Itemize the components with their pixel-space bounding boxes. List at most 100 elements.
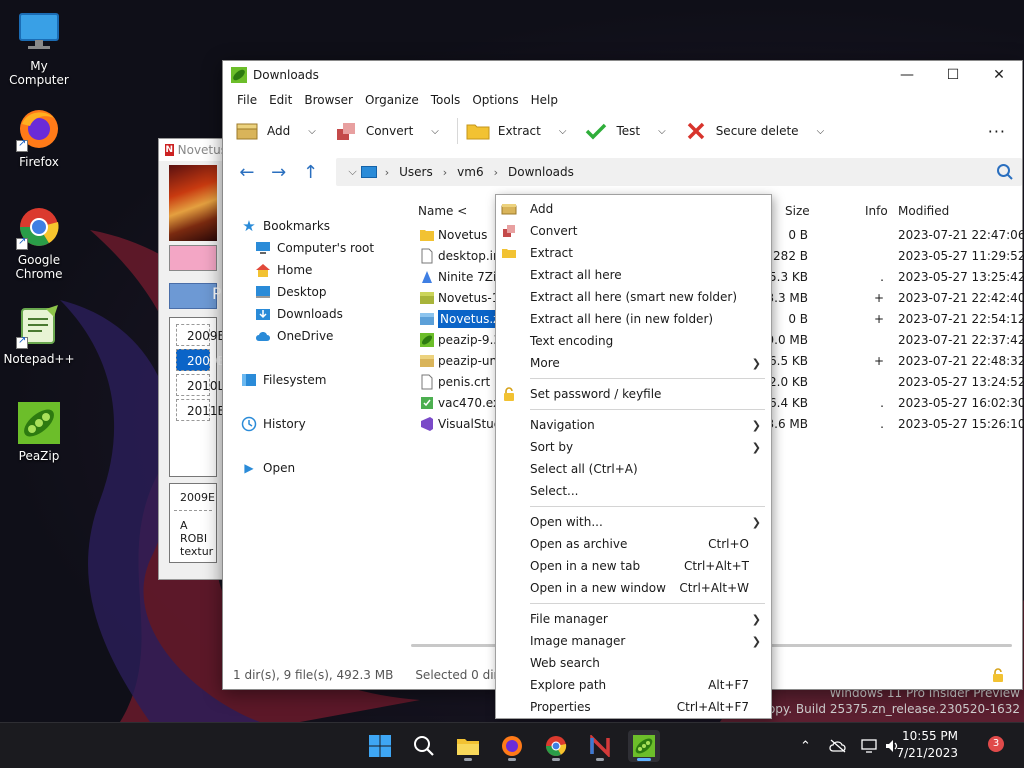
ctx-extract-smart-folder[interactable]: Extract all here (smart new folder) [496,286,771,308]
ctx-file-manager[interactable]: File manager ❯ [496,608,771,630]
convert-button[interactable]: Convert ⌵ [330,115,453,147]
taskbar-file-explorer[interactable] [452,730,484,762]
cloud-offline-icon[interactable] [829,739,847,753]
chevron-down-icon[interactable]: ⌵ [336,165,356,179]
add-button[interactable]: Add ⌵ [231,115,330,147]
chevron-up-icon[interactable]: ⌃ [800,739,811,754]
novetus-tab[interactable]: P [169,283,222,309]
sidebar-item-home[interactable]: Home [223,259,408,281]
ctx-more[interactable]: More ❯ [496,352,771,374]
sidebar-item-filesystem[interactable]: Filesystem [223,369,408,391]
chevron-down-icon[interactable]: ⌵ [559,126,567,137]
menu-browser[interactable]: Browser [298,90,359,110]
file-size: 0 B [788,228,808,242]
system-clock[interactable]: 10:55 PM 7/21/2023 [888,728,958,762]
ctx-extract-all-here[interactable]: Extract all here [496,264,771,286]
ctx-add[interactable]: Add [496,198,771,220]
extract-button[interactable]: Extract ⌵ [462,115,581,147]
menu-options[interactable]: Options [466,90,524,110]
menu-tools[interactable]: Tools [425,90,467,110]
ctx-sort-by[interactable]: Sort by ❯ [496,436,771,458]
network-icon[interactable] [861,739,877,753]
window-titlebar[interactable]: Downloads — ☐ ✕ [223,61,1022,89]
ctx-open-new-tab[interactable]: Open in a new tab Ctrl+Alt+T [496,555,771,577]
taskbar-firefox[interactable] [496,730,528,762]
taskbar-peazip[interactable] [628,730,660,762]
breadcrumb-downloads[interactable]: Downloads [498,165,584,179]
add-label: Add [267,124,291,138]
desktop-icon-firefox[interactable]: Firefox [0,106,78,169]
up-arrow-icon[interactable]: ↑ [295,162,327,183]
menu-help[interactable]: Help [525,90,564,110]
novetus-client-list[interactable]: 2009E 2009E 2010L 2011E [169,317,225,477]
desktop-icon-peazip[interactable]: PeaZip [0,400,78,463]
ctx-select[interactable]: Select... [496,480,771,502]
ctx-set-password[interactable]: Set password / keyfile [496,383,771,405]
start-button[interactable] [364,730,396,762]
secure-delete-button[interactable]: Secure delete ⌵ [680,115,838,147]
close-button[interactable]: ✕ [976,61,1022,89]
sidebar-item-desktop[interactable]: Desktop [223,281,408,303]
chevron-down-icon[interactable]: ⌵ [658,126,666,137]
novetus-titlebar[interactable]: N Novetus [159,139,227,161]
desktop-icon-label: My Computer [9,59,69,87]
desktop-icon-my-computer[interactable]: My Computer [0,10,78,87]
column-info[interactable]: Info [865,204,888,218]
menu-file[interactable]: File [231,90,263,110]
menu-edit[interactable]: Edit [263,90,298,110]
ctx-label: Extract all here [530,268,622,282]
list-item[interactable]: 2009E [176,324,225,346]
sidebar-item-downloads[interactable]: Downloads [223,303,408,325]
sidebar-item-history[interactable]: History [223,413,408,435]
lock-icon[interactable] [992,668,1004,682]
sidebar-item-computers-root[interactable]: Computer's root [223,237,408,259]
sidebar-item-bookmarks[interactable]: ★ Bookmarks [223,215,408,237]
clock-time: 10:55 PM [902,729,958,743]
ctx-extract-new-folder[interactable]: Extract all here (in new folder) [496,308,771,330]
ctx-text-encoding[interactable]: Text encoding [496,330,771,352]
ctx-open-new-window[interactable]: Open in a new window Ctrl+Alt+W [496,577,771,599]
column-size[interactable]: Size [785,204,810,218]
list-item[interactable]: 2011E [176,399,225,421]
novetus-pink-field[interactable] [169,245,217,271]
notification-badge[interactable]: 3 [988,736,1004,752]
taskbar-novetus[interactable] [584,730,616,762]
minimize-button[interactable]: — [884,61,930,89]
column-modified[interactable]: Modified [898,204,949,218]
taskbar-search-button[interactable] [408,730,440,762]
ctx-navigation[interactable]: Navigation ❯ [496,414,771,436]
chevron-down-icon[interactable]: ⌵ [817,126,825,137]
column-name[interactable]: Name < [418,204,467,218]
breadcrumb-vm6[interactable]: vm6 [447,165,493,179]
executable-icon [421,397,433,409]
novetus-window-background[interactable]: N Novetus P 2009E 2009E 2010L 2011E 2009… [158,138,228,580]
menu-organize[interactable]: Organize [359,90,425,110]
ctx-web-search[interactable]: Web search [496,652,771,674]
chevron-down-icon[interactable]: ⌵ [308,126,316,137]
ctx-open-with[interactable]: Open with... ❯ [496,511,771,533]
more-options-icon[interactable]: ··· [988,122,1006,141]
ctx-select-all[interactable]: Select all (Ctrl+A) [496,458,771,480]
ctx-properties[interactable]: Properties Ctrl+Alt+F7 [496,696,771,718]
sidebar-item-onedrive[interactable]: OneDrive [223,325,408,347]
window-title: Downloads [253,68,319,82]
back-arrow-icon[interactable]: ← [231,162,263,183]
maximize-button[interactable]: ☐ [930,61,976,89]
forward-arrow-icon[interactable]: → [263,162,295,183]
sidebar-item-open[interactable]: ▶ Open [223,457,408,479]
breadcrumb-users[interactable]: Users [389,165,443,179]
search-icon[interactable] [996,163,1014,181]
ctx-convert[interactable]: Convert [496,220,771,242]
desktop-icon-notepadpp[interactable]: Notepad++ [0,303,78,366]
ctx-open-as-archive[interactable]: Open as archive Ctrl+O [496,533,771,555]
desktop-icon-google-chrome[interactable]: Google Chrome [0,204,78,281]
chevron-down-icon[interactable]: ⌵ [431,126,439,137]
taskbar-chrome[interactable] [540,730,572,762]
ctx-explore-path[interactable]: Explore path Alt+F7 [496,674,771,696]
list-item[interactable]: 2009E [176,349,225,371]
address-bar[interactable]: ⌵ › Users › vm6 › Downloads [336,158,1022,186]
list-item[interactable]: 2010L [176,374,224,396]
ctx-extract[interactable]: Extract [496,242,771,264]
ctx-image-manager[interactable]: Image manager ❯ [496,630,771,652]
test-button[interactable]: Test ⌵ [580,115,679,147]
